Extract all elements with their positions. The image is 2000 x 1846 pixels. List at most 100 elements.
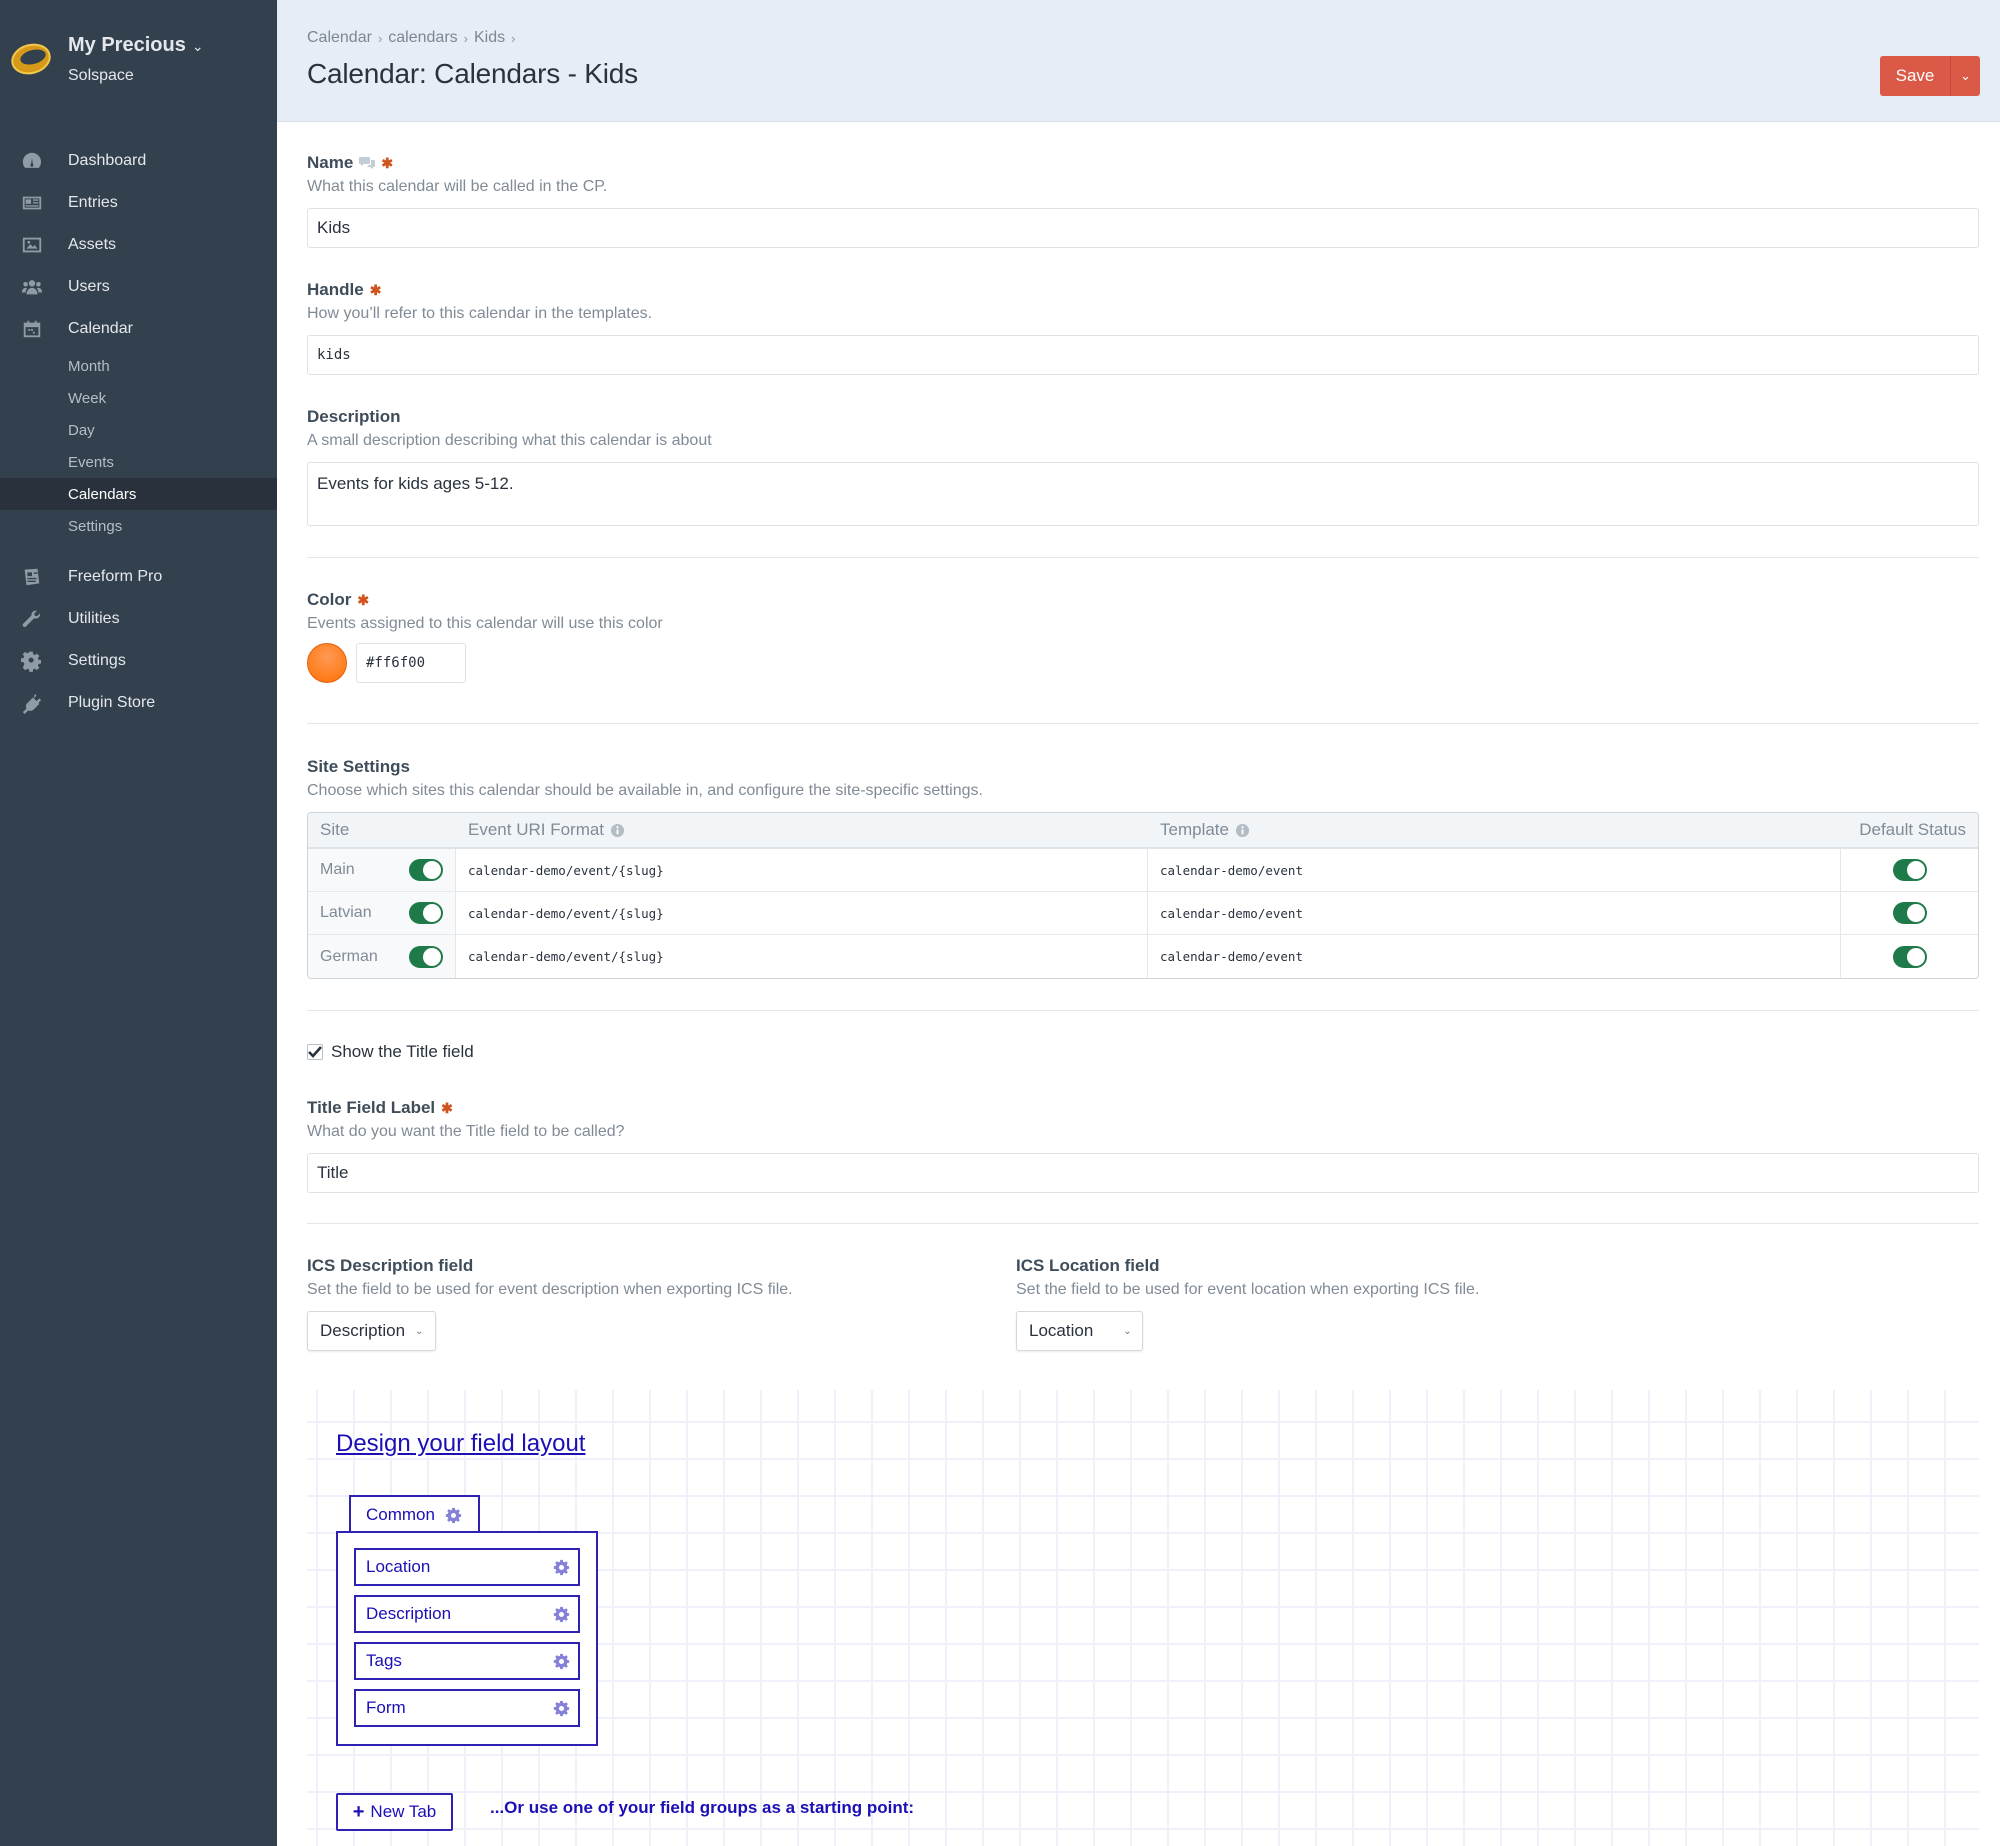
nav-plugin-store[interactable]: Plugin Store (0, 682, 277, 724)
required-icon: ✱ (441, 1099, 453, 1116)
name-input[interactable]: Kids (307, 208, 1979, 248)
title-label-input[interactable]: Title (307, 1153, 1979, 1193)
chevron-down-icon: ⌄ (1960, 68, 1971, 83)
site-settings-table: Site Event URI Format Template Default S… (307, 812, 1979, 979)
nav-calendar[interactable]: Calendar (0, 308, 277, 350)
gear-icon (21, 651, 42, 672)
ics-description-field: ICS Description field Set the field to b… (307, 1255, 1007, 1351)
site-name: German (320, 947, 378, 965)
site-settings-field: Site Settings Choose which sites this ca… (307, 756, 1979, 979)
name-field: Name ✱ What this calendar will be called… (307, 152, 1979, 248)
template-input[interactable]: calendar-demo/event (1148, 892, 1841, 934)
site-enabled-toggle[interactable] (409, 859, 443, 881)
field-groups-prompt: ...Or use one of your field groups as a … (490, 1798, 915, 1817)
layout-field-form[interactable]: Form (354, 1689, 580, 1727)
gear-icon[interactable] (553, 1653, 570, 1670)
color-field: Color ✱ Events assigned to this calendar… (307, 589, 1979, 683)
layout-tab-common[interactable]: Common (349, 1495, 480, 1533)
ics-location-field: ICS Location field Set the field to be u… (1016, 1255, 1716, 1351)
ics-location-select[interactable]: Location ⌄ (1016, 1311, 1143, 1351)
handle-hint: How you’ll refer to this calendar in the… (307, 305, 653, 322)
show-title-label[interactable]: Show the Title field (331, 1042, 474, 1062)
checkmark-icon (308, 1046, 322, 1058)
site-name[interactable]: My Precious ⌄ (68, 34, 204, 57)
event-uri-input[interactable]: calendar-demo/event/{slug} (456, 849, 1148, 891)
breadcrumb: Calendar › calendars › Kids › (307, 29, 515, 47)
nav-freeform-pro[interactable]: Freeform Pro (0, 556, 277, 598)
breadcrumb-calendars[interactable]: calendars (388, 29, 457, 47)
column-default-status: Default Status (1859, 820, 1966, 839)
event-uri-input[interactable]: calendar-demo/event/{slug} (456, 892, 1148, 934)
entries-icon (22, 196, 42, 210)
default-status-toggle[interactable] (1892, 859, 1927, 881)
site-enabled-toggle[interactable] (409, 945, 443, 968)
site-enabled-toggle[interactable] (409, 902, 443, 924)
subnav-month[interactable]: Month (0, 350, 277, 382)
ics-description-hint: Set the field to be used for event descr… (307, 1281, 793, 1298)
breadcrumb-separator-icon: › (377, 30, 383, 46)
gear-icon[interactable] (553, 1700, 570, 1717)
layout-field-description[interactable]: Description (354, 1595, 580, 1633)
gear-icon[interactable] (445, 1507, 462, 1524)
event-uri-input[interactable]: calendar-demo/event/{slug} (456, 935, 1148, 978)
save-options-button[interactable]: ⌄ (1950, 56, 1980, 96)
dashboard-icon (22, 152, 42, 168)
subnav-day[interactable]: Day (0, 414, 277, 446)
info-icon[interactable] (610, 823, 625, 838)
save-button[interactable]: Save (1880, 56, 1950, 96)
nav-users[interactable]: Users (0, 266, 277, 308)
layout-field-tags[interactable]: Tags (354, 1642, 580, 1680)
color-swatch[interactable] (307, 643, 347, 683)
gear-icon[interactable] (553, 1606, 570, 1623)
sidebar: My Precious ⌄ Solspace Dashboard Entries… (0, 0, 277, 1846)
handle-input[interactable]: kids (307, 335, 1979, 375)
color-label: Color (307, 590, 352, 609)
gear-icon[interactable] (553, 1559, 570, 1576)
default-status-toggle[interactable] (1892, 902, 1927, 924)
ics-description-select[interactable]: Description ⌄ (307, 1311, 437, 1351)
nav-assets[interactable]: Assets (0, 224, 277, 266)
site-settings-hint: Choose which sites this calendar should … (307, 782, 983, 799)
info-icon[interactable] (1235, 823, 1250, 838)
title-field-label: Title Field Label (307, 1098, 436, 1117)
design-layout-link[interactable]: Design your field layout (336, 1430, 585, 1458)
breadcrumb-kids[interactable]: Kids (474, 29, 505, 47)
description-textarea[interactable]: Events for kids ages 5-12. (307, 462, 1979, 526)
color-hint: Events assigned to this calendar will us… (307, 615, 663, 632)
template-input[interactable]: calendar-demo/event (1148, 849, 1841, 891)
required-icon: ✱ (381, 154, 394, 171)
nav-utilities[interactable]: Utilities (0, 598, 277, 640)
table-header: Site Event URI Format Template Default S… (308, 813, 1978, 849)
show-title-checkbox[interactable] (307, 1044, 323, 1060)
subnav-events[interactable]: Events (0, 446, 277, 478)
ring-logo-icon (11, 43, 51, 75)
color-hex-input[interactable]: #ff6f00 (356, 643, 466, 683)
plus-icon: + (352, 1800, 365, 1823)
ics-location-hint: Set the field to be used for event locat… (1016, 1281, 1480, 1298)
site-name: Latvian (320, 904, 372, 921)
title-field-hint: What do you want the Title field to be c… (307, 1123, 625, 1140)
site-subtitle: Solspace (68, 67, 134, 84)
default-status-toggle[interactable] (1892, 945, 1927, 968)
breadcrumb-calendar[interactable]: Calendar (307, 29, 372, 47)
subnav-settings[interactable]: Settings (0, 510, 277, 542)
page-header: Calendar › calendars › Kids › Calendar: … (277, 0, 2000, 122)
plug-icon (22, 693, 42, 714)
title-label-field: Title Field Label ✱ What do you want the… (307, 1097, 1979, 1193)
nav-settings[interactable]: Settings (0, 640, 277, 682)
calendar-icon (23, 320, 41, 338)
ics-location-label: ICS Location field (1016, 1256, 1160, 1275)
layout-field-location[interactable]: Location (354, 1548, 580, 1586)
new-tab-button[interactable]: + New Tab (336, 1793, 453, 1831)
subnav-week[interactable]: Week (0, 382, 277, 414)
nav-entries[interactable]: Entries (0, 182, 277, 224)
chevron-down-icon: ⌄ (415, 1325, 424, 1337)
nav-dashboard[interactable]: Dashboard (0, 140, 277, 182)
subnav-calendars[interactable]: Calendars (0, 478, 277, 510)
description-label: Description (307, 407, 401, 426)
breadcrumb-separator-icon: › (463, 30, 468, 46)
template-input[interactable]: calendar-demo/event (1148, 935, 1841, 978)
table-row: Main calendar-demo/event/{slug} calendar… (308, 849, 1978, 892)
site-switcher[interactable]: My Precious ⌄ Solspace (0, 0, 277, 120)
